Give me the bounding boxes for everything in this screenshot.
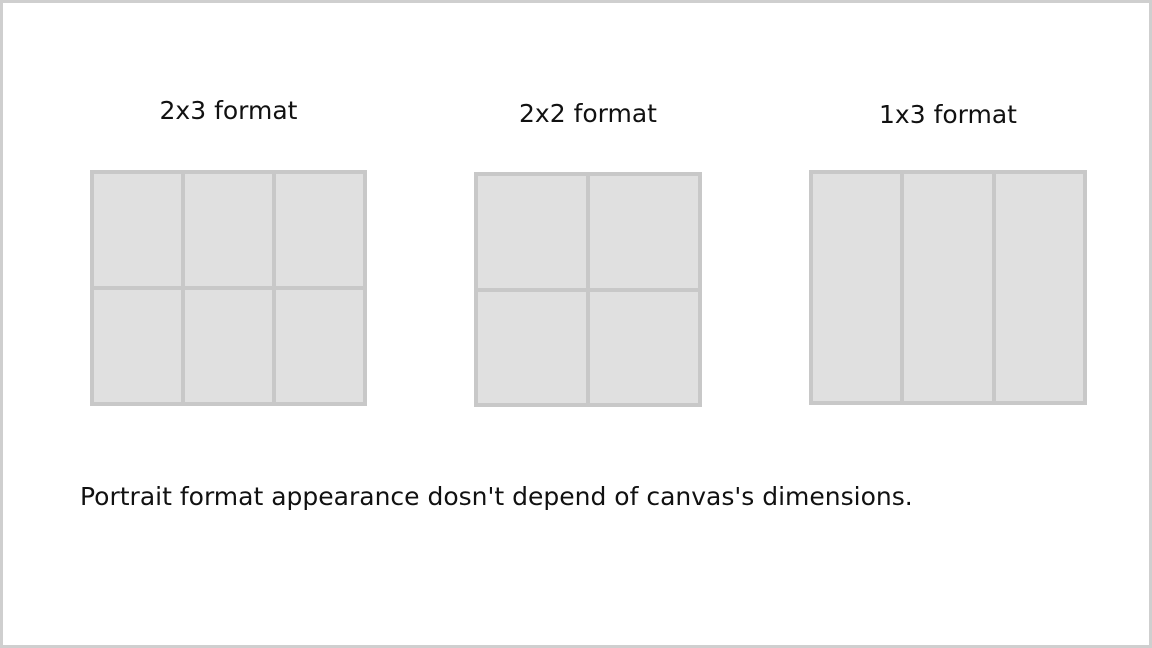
format-label: 2x3 format [159, 96, 298, 125]
format-1x3: 1x3 format [809, 102, 1087, 406]
grid-cell [94, 174, 181, 286]
grid-cell [276, 290, 363, 402]
grid-cell [904, 174, 992, 401]
grid-cell [185, 290, 272, 402]
format-label: 1x3 format [879, 100, 1017, 129]
grid-cell [276, 174, 363, 286]
format-grid [474, 172, 702, 407]
grid-cell [94, 290, 181, 402]
format-grid [809, 170, 1087, 405]
grid-cell [590, 176, 698, 288]
diagram-canvas: 2x3 format 2x2 format 1x3 format Portrai… [0, 0, 1152, 648]
caption-text: Portrait format appearance dosn't depend… [80, 482, 913, 511]
format-2x3: 2x3 format [90, 98, 367, 406]
grid-cell [590, 291, 698, 403]
grid-cell [185, 174, 272, 286]
grid-cell [478, 291, 586, 403]
grid-cell [813, 174, 901, 401]
format-grid [90, 170, 367, 406]
format-2x2: 2x2 format [474, 101, 702, 408]
grid-cell [995, 174, 1083, 401]
grid-cell [478, 176, 586, 288]
format-label: 2x2 format [519, 99, 657, 128]
